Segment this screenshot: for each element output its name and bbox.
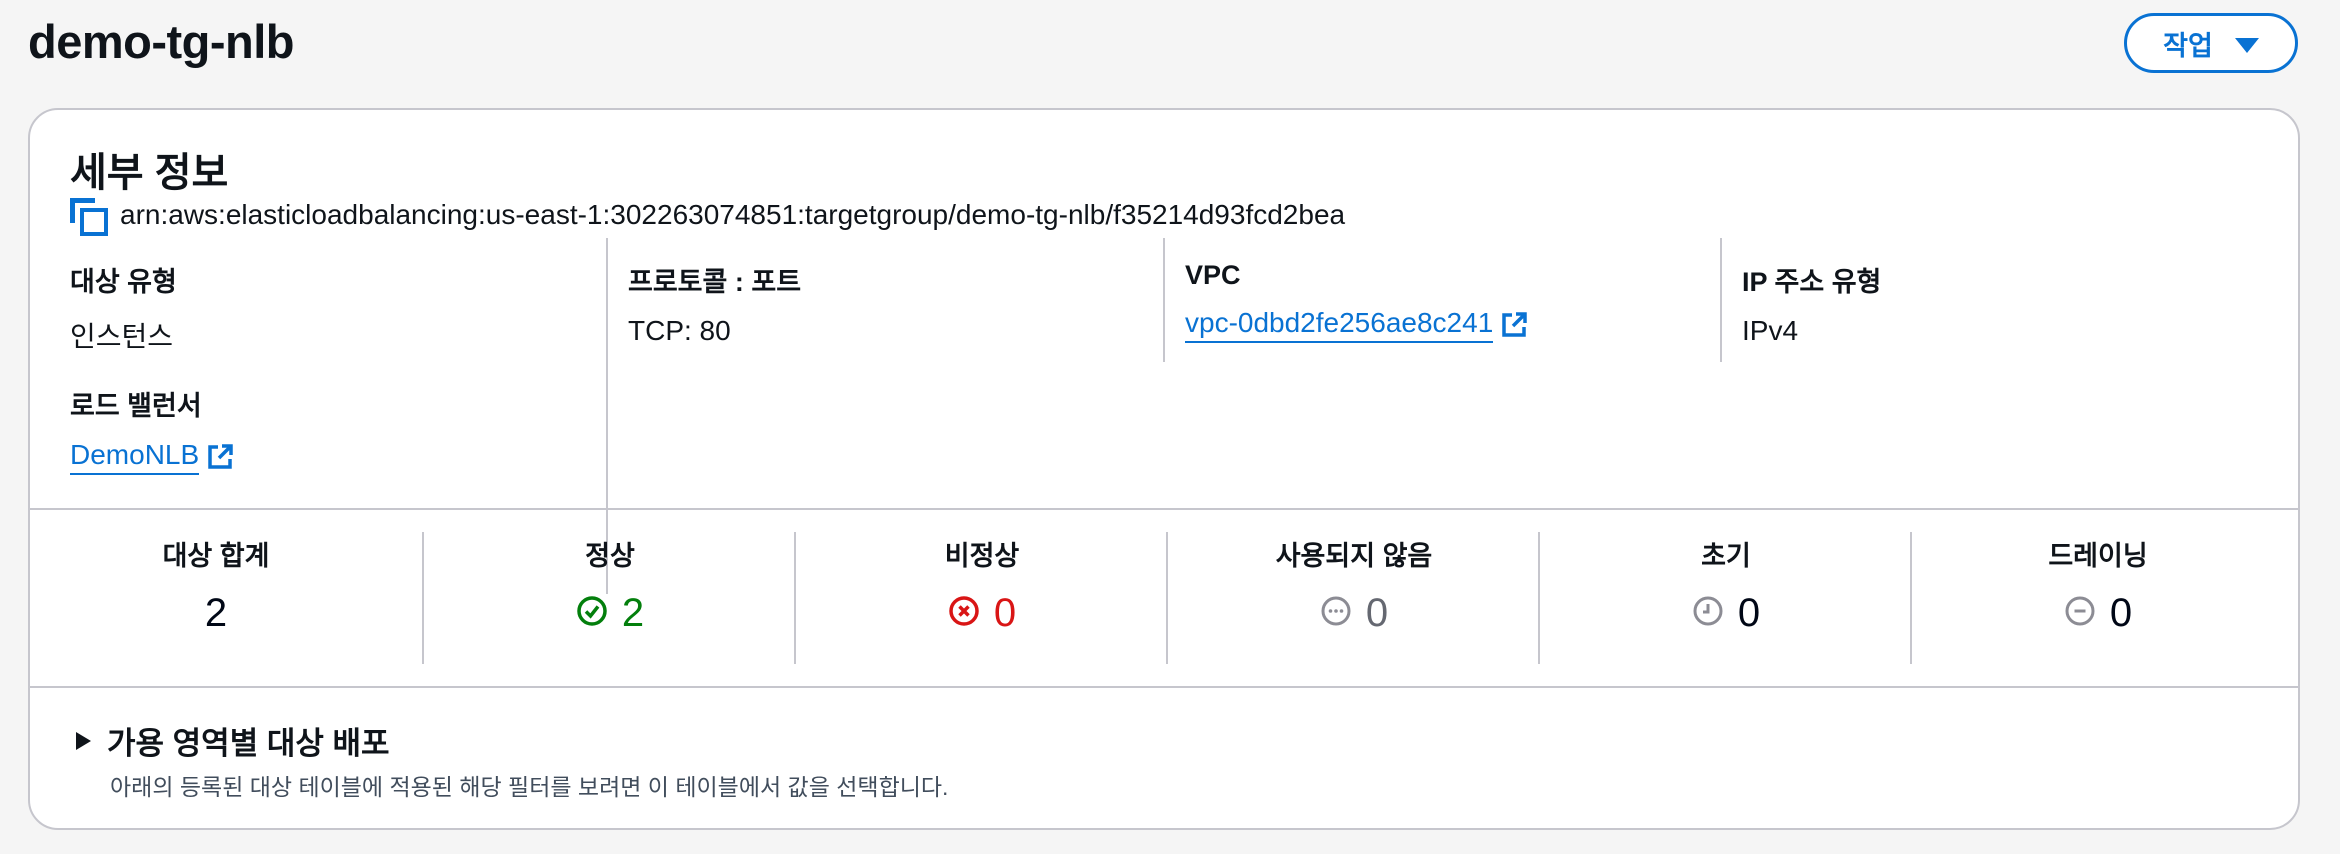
arn-row: arn:aws:elasticloadbalancing:us-east-1:3… <box>70 198 1346 236</box>
check-circle-icon <box>577 595 607 626</box>
arn-text: arn:aws:elasticloadbalancing:us-east-1:3… <box>120 199 1346 230</box>
caret-down-icon <box>2234 37 2259 53</box>
load-balancer-link[interactable]: DemoNLB <box>70 439 235 475</box>
ellipsis-circle-icon <box>1321 596 1351 625</box>
load-balancer-link-text[interactable]: DemoNLB <box>70 439 200 475</box>
section-divider <box>30 508 2298 510</box>
protocol-port-field: 프로토콜 : 포트 TCP: 80 <box>628 260 801 347</box>
actions-button-label: 작업 <box>2163 30 2213 61</box>
stat-value: 2 <box>204 591 228 635</box>
stat-value: 2 <box>621 591 645 635</box>
stat-label: 사용되지 않음 <box>1275 541 1433 571</box>
stat-value: 0 <box>1365 591 1389 635</box>
stat-initial: 초기 0 <box>1540 534 1912 636</box>
x-circle-icon <box>949 595 979 626</box>
az-distribution-description: 아래의 등록된 대상 테이블에 적용된 해당 필터를 보려면 이 테이블에서 값… <box>110 774 949 800</box>
section-divider <box>30 686 2298 688</box>
vpc-link[interactable]: vpc-0dbd2fe256ae8c241 <box>1185 307 1529 343</box>
actions-dropdown-button[interactable]: 작업 <box>2124 13 2298 73</box>
column-divider <box>1720 238 1722 362</box>
stat-value-row: 0 <box>1168 591 1540 636</box>
stat-value-row: 0 <box>1540 591 1912 636</box>
stat-label: 대상 합계 <box>162 541 270 571</box>
vpc-link-text[interactable]: vpc-0dbd2fe256ae8c241 <box>1185 307 1494 343</box>
az-distribution-expander[interactable]: 가용 영역별 대상 배포 <box>76 718 390 763</box>
protocol-port-value: TCP: 80 <box>628 315 731 346</box>
external-link-icon <box>1502 312 1528 337</box>
stat-value: 0 <box>993 591 1017 635</box>
ip-type-label: IP 주소 유형 <box>1742 267 1882 297</box>
page-title: demo-tg-nlb <box>28 15 295 68</box>
load-balancer-field: 로드 밸런서 DemoNLB <box>70 384 235 475</box>
protocol-port-label: 프로토콜 : 포트 <box>628 267 802 297</box>
details-container: 세부 정보 arn:aws:elasticloadbalancing:us-ea… <box>28 108 2300 830</box>
stat-label: 초기 <box>1701 541 1751 571</box>
target-type-value: 인스턴스 <box>70 321 174 352</box>
stat-unhealthy: 비정상 0 <box>796 534 1168 636</box>
column-divider <box>1163 238 1165 362</box>
minus-circle-icon <box>2065 596 2095 625</box>
stat-value-row: 2 <box>424 591 796 636</box>
stat-value: 0 <box>2109 591 2133 635</box>
stat-total-targets: 대상 합계 2 <box>30 534 402 636</box>
external-link-icon <box>208 444 233 469</box>
details-title: 세부 정보 <box>70 151 229 195</box>
stat-healthy: 정상 2 <box>424 534 796 636</box>
stat-label: 드레이닝 <box>2048 541 2148 571</box>
ip-type-value: IPv4 <box>1742 315 1799 346</box>
stat-value-row: 0 <box>1912 591 2284 636</box>
vpc-label: VPC <box>1185 260 1241 290</box>
target-type-field: 대상 유형 인스턴스 <box>70 260 177 355</box>
stat-value-row: 2 <box>30 591 402 636</box>
stat-draining: 드레이닝 0 <box>1912 534 2284 636</box>
ip-type-field: IP 주소 유형 IPv4 <box>1742 260 1881 347</box>
copy-icon[interactable] <box>70 198 108 236</box>
stat-label: 정상 <box>585 541 635 571</box>
clock-icon <box>1693 596 1723 625</box>
caret-right-icon <box>76 731 91 750</box>
stat-unused: 사용되지 않음 0 <box>1168 534 1540 636</box>
stat-value-row: 0 <box>796 591 1168 636</box>
az-distribution-title: 가용 영역별 대상 배포 <box>107 726 390 761</box>
load-balancer-label: 로드 밸런서 <box>70 391 202 421</box>
target-type-label: 대상 유형 <box>70 267 177 297</box>
stat-value: 0 <box>1737 591 1761 635</box>
vpc-field: VPC vpc-0dbd2fe256ae8c241 <box>1185 260 1529 343</box>
stat-label: 비정상 <box>944 541 1020 571</box>
